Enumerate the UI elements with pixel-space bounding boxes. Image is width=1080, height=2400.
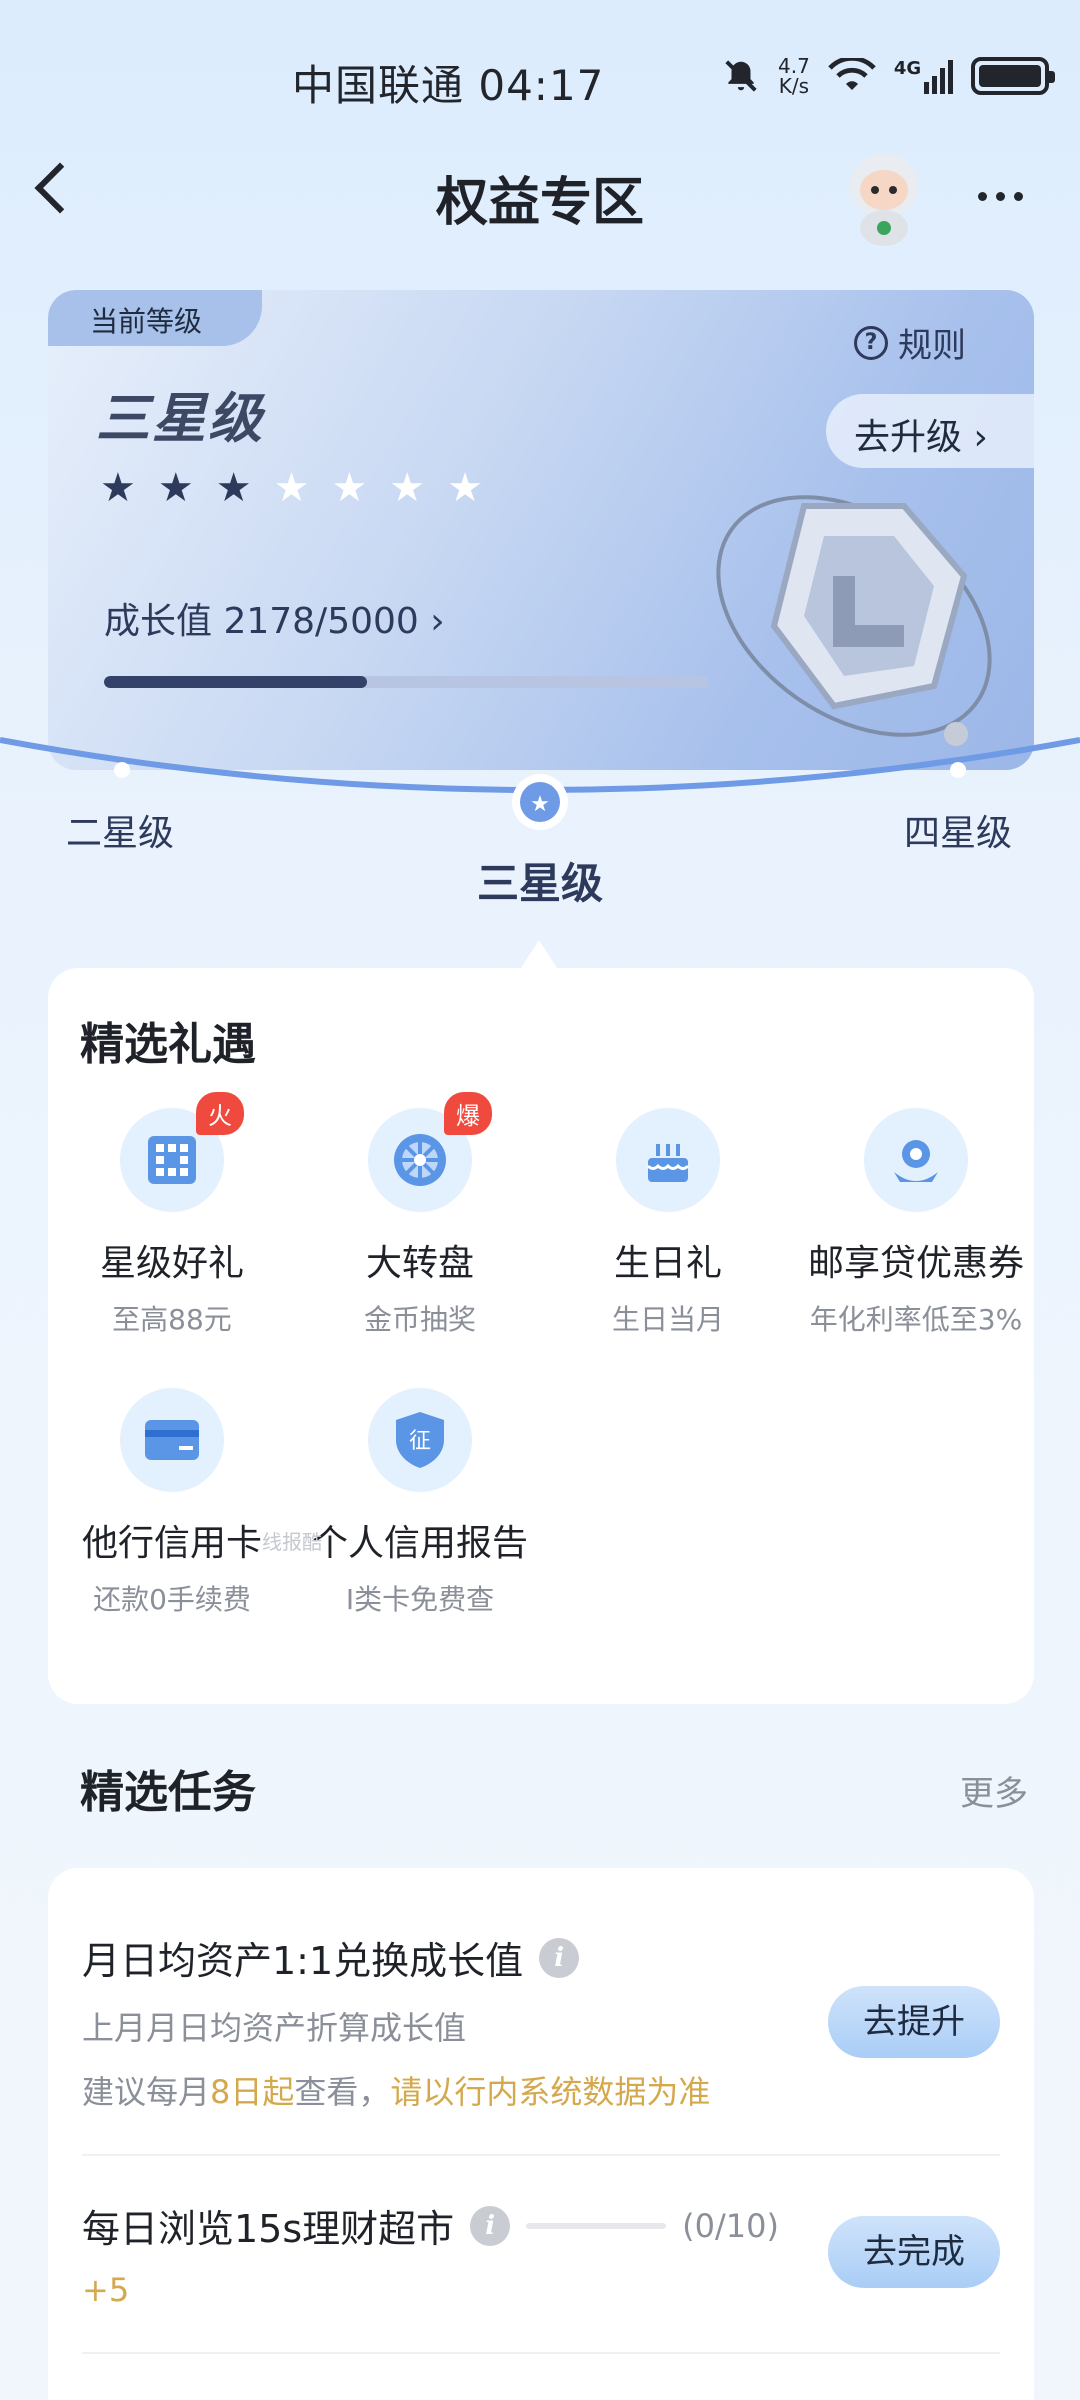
task-note: 建议每月8日起查看，请以行内系统数据为准 [82,2073,711,2111]
more-menu-button[interactable] [978,192,1023,201]
hot-badge: 爆 [444,1092,492,1135]
upgrade-button[interactable]: 去升级 › [826,394,1034,468]
task-progress-count: (0/10) [682,2206,779,2245]
star-icon: ★ [389,465,426,511]
gifts-card: 精选礼遇 火 星级好礼 至高88元 爆 大转盘 金币抽奖 生日礼 生日当月 邮享… [48,968,1034,1704]
battery-icon [971,57,1056,95]
status-carrier-time: 中国联通 04:17 [292,61,605,110]
current-level-tag: 当前等级 [48,290,262,346]
task-progress-bar [526,2222,667,2229]
task-title: 月日均资产1:1兑换成长值 [82,1939,524,1983]
gift-item-loan-coupon[interactable]: 邮享贷优惠券 年化利率低至3% [792,1108,1040,1338]
star-icon: ★ [331,465,368,511]
level-current: 三星级 [476,859,603,908]
network-speed: 4.7 K/s [778,54,810,98]
cake-icon [646,1144,690,1182]
tasks-more-link[interactable]: 更多 [960,1766,1028,1815]
star-icon: ★ [215,465,252,511]
gift-item-star-gift[interactable]: 火 星级好礼 至高88元 [48,1092,296,1338]
gifts-title: 精选礼遇 [80,1019,256,1070]
tasks-title: 精选任务 [80,1767,256,1818]
divider [82,2352,1000,2354]
rules-link[interactable]: ? 规则 [854,318,966,367]
hot-badge: 火 [196,1092,244,1135]
level-card: 当前等级 三星级 ★ ★ ★ ★ ★ ★ ★ ? 规则 去升级 › 成长值 2178/500… [48,290,1034,770]
task-complete-button[interactable]: 去完成 [828,2216,1000,2288]
task-reward: +5 [82,2271,130,2309]
star-icon: ★ [157,465,194,511]
loan-icon [894,1140,938,1182]
growth-progress-fill [104,676,368,688]
star-icon: ★ [100,465,136,511]
task-title: 每日浏览15s理财超市 [82,2207,455,2251]
mascot-avatar[interactable] [838,148,930,248]
tasks-card: 月日均资产1:1兑换成长值 i 上月月日均资产折算成长值 建议每月8日起查看，请… [48,1868,1034,2400]
star-icon: ★ [447,465,484,511]
shield-zheng-icon: 征 [396,1412,444,1468]
level-next[interactable]: 四星级 [904,804,1012,856]
watermark: 线报酷 [262,1530,322,1554]
star-icon: ★ [273,465,310,511]
question-icon: ? [854,325,888,360]
task-go-improve-button[interactable]: 去提升 [828,1986,1000,2058]
task-item: 每日浏览15s理财超市 i (0/10) +5 [82,2198,779,2309]
svg-text:征: 征 [409,1429,431,1454]
divider [82,2154,1000,2156]
wheel-icon [394,1134,446,1186]
growth-value-link[interactable]: 成长值 2178/5000 › [104,592,445,644]
info-icon[interactable]: i [470,2205,511,2246]
gift-item-credit-report[interactable]: 征 个人信用报告 I类卡免费查 [296,1388,544,1618]
wifi-icon [828,58,876,90]
card-icon [145,1420,199,1460]
growth-progress-bar [104,676,708,688]
gifts-pointer [521,940,557,968]
gift-item-birthday[interactable]: 生日礼 生日当月 [544,1108,792,1338]
building-icon [148,1136,196,1184]
level-name: 三星级 [96,387,264,450]
level-prev[interactable]: 二星级 [66,804,174,856]
level-stars: ★ ★ ★ ★ ★ ★ ★ [100,468,483,508]
svg-text:★: ★ [530,792,550,817]
mute-bell-icon [725,60,757,92]
gift-item-wheel[interactable]: 爆 大转盘 金币抽奖 [296,1092,544,1338]
gift-item-credit-card[interactable]: 他行信用卡 还款0手续费 [48,1388,296,1618]
task-subtitle: 上月月日均资产折算成长值 [82,2009,467,2047]
info-icon[interactable]: i [539,1937,580,1978]
cell-signal-icon: 4G [894,58,954,94]
task-item: 月日均资产1:1兑换成长值 i 上月月日均资产折算成长值 建议每月8日起查看，请… [82,1930,710,2113]
status-icons: 4.7 K/s 4G [722,54,1056,98]
